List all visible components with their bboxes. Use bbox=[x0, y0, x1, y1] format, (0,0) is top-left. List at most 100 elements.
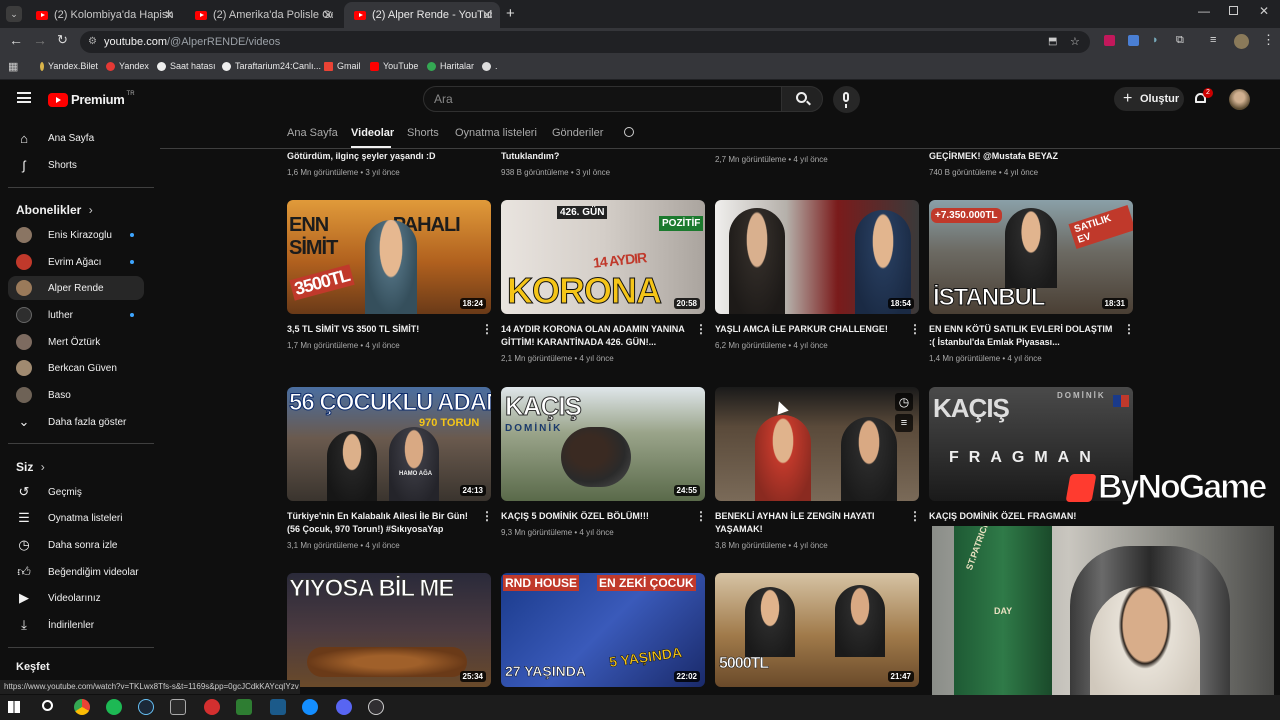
close-window-icon[interactable]: ✕ bbox=[1259, 4, 1269, 18]
apps-grid-icon[interactable]: ▦ bbox=[8, 60, 18, 73]
video-title[interactable]: Götürdüm, ilginç şeyler yaşandı :D bbox=[287, 150, 473, 163]
bookmark-yandex[interactable]: Yandex bbox=[106, 61, 149, 71]
sidebar-item-your-videos[interactable]: ▶ Videolarınız bbox=[8, 586, 144, 610]
more-actions-icon[interactable]: ⋮ bbox=[1123, 323, 1135, 335]
sidebar-sub-evrim-agaci[interactable]: Evrim Ağacı bbox=[8, 250, 144, 274]
add-to-queue-icon[interactable]: ≡ bbox=[895, 414, 913, 432]
video-thumbnail[interactable]: ENN PAHALI SİMİT 3500TL 18:24 bbox=[287, 200, 491, 314]
discord-icon[interactable] bbox=[336, 699, 352, 715]
new-tab-button[interactable]: + bbox=[506, 5, 515, 22]
sidebar-sub-baso[interactable]: Baso bbox=[8, 383, 144, 407]
video-thumbnail[interactable]: 5000TL 21:47 bbox=[715, 573, 919, 687]
more-actions-icon[interactable]: ⋮ bbox=[481, 323, 493, 335]
video-title[interactable]: YAŞLI AMCA İLE PARKUR CHALLENGE! bbox=[715, 323, 901, 336]
steam-icon[interactable] bbox=[138, 699, 154, 715]
sidebar-item-shorts[interactable]: ʃ Shorts bbox=[8, 153, 144, 177]
video-title[interactable]: 3,5 TL SİMİT VS 3500 TL SİMİT! bbox=[287, 323, 473, 336]
battle-net-icon[interactable] bbox=[302, 699, 318, 715]
channel-search-icon[interactable] bbox=[624, 127, 634, 137]
video-title[interactable]: 14 AYDIR KORONA OLAN ADAMIN YANINA GİTTİ… bbox=[501, 323, 687, 349]
you-header[interactable]: Siz › bbox=[16, 460, 45, 474]
bookmark-gmail[interactable]: Gmail bbox=[324, 61, 361, 71]
video-title[interactable]: EN ENN KÖTÜ SATILIK EVLERİ DOLAŞTIM :( İ… bbox=[929, 323, 1115, 349]
bookmark-other[interactable]: . bbox=[482, 61, 498, 71]
steam-alt-icon[interactable] bbox=[270, 699, 286, 715]
video-title[interactable]: KAÇIŞ 5 DOMİNİK ÖZEL BÖLÜM!!! bbox=[501, 510, 687, 523]
minimize-icon[interactable]: — bbox=[1198, 4, 1210, 18]
video-thumbnail[interactable]: 426. GÜN POZİTİF 14 AYDIR KORONA 20:58 bbox=[501, 200, 705, 314]
app-icon[interactable] bbox=[236, 699, 252, 715]
video-title[interactable]: BENEKLİ AYHAN İLE ZENGİN HAYATI YAŞAMAK! bbox=[715, 510, 901, 536]
browser-tab-1[interactable]: (2) Kolombiya'da Hapishane ✕ bbox=[26, 2, 182, 28]
audio-icon[interactable]: ◗ bbox=[1152, 34, 1159, 46]
address-bar[interactable]: ⚙ youtube.com/@AlperRENDE/videos ⬒ ☆ bbox=[80, 31, 1090, 53]
site-info-icon[interactable]: ⚙ bbox=[88, 31, 97, 53]
puzzle-icon[interactable]: ⧉ bbox=[1176, 34, 1184, 47]
bookmark-taraftarium[interactable]: Taraftarium24:Canlı... bbox=[222, 61, 321, 71]
more-actions-icon[interactable]: ⋮ bbox=[481, 510, 493, 522]
video-title[interactable]: KAÇIŞ DOMİNİK ÖZEL FRAGMAN! bbox=[929, 510, 1115, 523]
sidebar-sub-berkcan-guven[interactable]: Berkcan Güven bbox=[8, 356, 144, 380]
more-actions-icon[interactable]: ⋮ bbox=[909, 323, 921, 335]
browser-tab-2[interactable]: (2) Amerika'da Polisle Gece Dev ✕ bbox=[185, 2, 341, 28]
translate-icon[interactable] bbox=[1128, 35, 1139, 46]
bookmark-youtube[interactable]: YouTube bbox=[370, 61, 418, 71]
tab-home[interactable]: Ana Sayfa bbox=[287, 127, 338, 139]
media-icon[interactable]: ≡ bbox=[1210, 34, 1216, 46]
video-title[interactable]: Tutuklandım? bbox=[501, 150, 687, 163]
close-tab-icon[interactable]: ✕ bbox=[164, 8, 174, 22]
chrome-icon[interactable] bbox=[74, 699, 90, 715]
video-thumbnail[interactable]: YIYOSA BİL ME 25:34 bbox=[287, 573, 491, 687]
sidebar-sub-mert-ozturk[interactable]: Mert Öztürk bbox=[8, 330, 144, 354]
create-button[interactable]: + Oluştur bbox=[1114, 87, 1184, 111]
tab-search-icon[interactable]: ⌄ bbox=[6, 6, 22, 22]
more-actions-icon[interactable]: ⋮ bbox=[909, 510, 921, 522]
browser-tab-3-active[interactable]: (2) Alper Rende - YouTube ✕ bbox=[344, 2, 500, 28]
video-thumbnail[interactable]: RND HOUSE EN ZEKİ ÇOCUK 27 YAŞINDA 5 YAŞ… bbox=[501, 573, 705, 687]
install-icon[interactable]: ⬒ bbox=[1048, 31, 1057, 53]
watch-later-icon[interactable]: ◷ bbox=[895, 393, 913, 411]
record-icon[interactable] bbox=[204, 699, 220, 715]
hamburger-menu-icon[interactable] bbox=[17, 92, 31, 103]
more-actions-icon[interactable]: ⋮ bbox=[695, 510, 707, 522]
video-thumbnail[interactable]: 56 ÇOCUKLU ADAM 970 TORUN HAMO AĞA 24:13 bbox=[287, 387, 491, 501]
video-title[interactable]: Türkiye'nin En Kalabalık Ailesi İle Bir … bbox=[287, 510, 473, 536]
video-thumbnail[interactable]: 18:54 bbox=[715, 200, 919, 314]
reload-icon[interactable]: ↻ bbox=[57, 32, 68, 48]
close-tab-icon[interactable]: ✕ bbox=[323, 8, 333, 22]
restore-icon[interactable] bbox=[1229, 6, 1238, 15]
tab-shorts[interactable]: Shorts bbox=[407, 127, 439, 139]
profile-avatar[interactable] bbox=[1234, 34, 1249, 49]
close-tab-icon[interactable]: ✕ bbox=[482, 8, 492, 22]
video-title[interactable]: GEÇİRMEK! @Mustafa BEYAZ bbox=[929, 150, 1115, 163]
more-actions-icon[interactable]: ⋮ bbox=[695, 323, 707, 335]
notifications-button[interactable]: 2 bbox=[1193, 88, 1213, 107]
windows-start-icon[interactable] bbox=[8, 701, 20, 713]
account-avatar[interactable] bbox=[1229, 89, 1250, 110]
sidebar-item-playlists[interactable]: ☰ Oynatma listeleri bbox=[8, 506, 144, 530]
sidebar-item-downloads[interactable]: ⤓ İndirilenler bbox=[8, 613, 144, 637]
sidebar-sub-luther[interactable]: luther bbox=[8, 303, 144, 327]
voice-search-button[interactable] bbox=[833, 86, 860, 113]
obs-icon[interactable] bbox=[368, 699, 384, 715]
subscriptions-header[interactable]: Abonelikler › bbox=[16, 203, 93, 217]
sidebar-sub-enis-kirazoglu[interactable]: Enis Kirazoglu bbox=[8, 223, 144, 247]
sidebar-item-history[interactable]: ↺ Geçmiş bbox=[8, 480, 144, 504]
tab-videos[interactable]: Videolar bbox=[351, 127, 394, 139]
sidebar-sub-alper-rende[interactable]: Alper Rende bbox=[8, 276, 144, 300]
forward-icon[interactable]: → bbox=[33, 32, 47, 48]
sidebar-show-more[interactable]: ⌄ Daha fazla göster bbox=[8, 410, 144, 434]
search-input[interactable]: Ara bbox=[423, 86, 782, 112]
bookmark-yandex-bilet[interactable]: Yandex.Bilet bbox=[40, 61, 98, 71]
spotify-icon[interactable] bbox=[106, 699, 122, 715]
bookmark-haritalar[interactable]: Haritalar bbox=[427, 61, 474, 71]
sidebar-item-liked-videos[interactable]: 👍︎ Beğendiğim videolar bbox=[8, 560, 144, 584]
tab-posts[interactable]: Gönderiler bbox=[552, 127, 603, 139]
sidebar-item-watch-later[interactable]: ◷ Daha sonra izle bbox=[8, 533, 144, 557]
bookmark-saat-hatasi[interactable]: Saat hatası bbox=[157, 61, 216, 71]
video-thumbnail[interactable]: KAÇIŞ DOMİNİK 24:55 bbox=[501, 387, 705, 501]
extension-red-icon[interactable] bbox=[1104, 35, 1115, 46]
back-icon[interactable]: ← bbox=[9, 32, 23, 48]
sidebar-item-home[interactable]: ⌂ Ana Sayfa bbox=[8, 126, 144, 150]
search-button[interactable] bbox=[781, 86, 823, 112]
